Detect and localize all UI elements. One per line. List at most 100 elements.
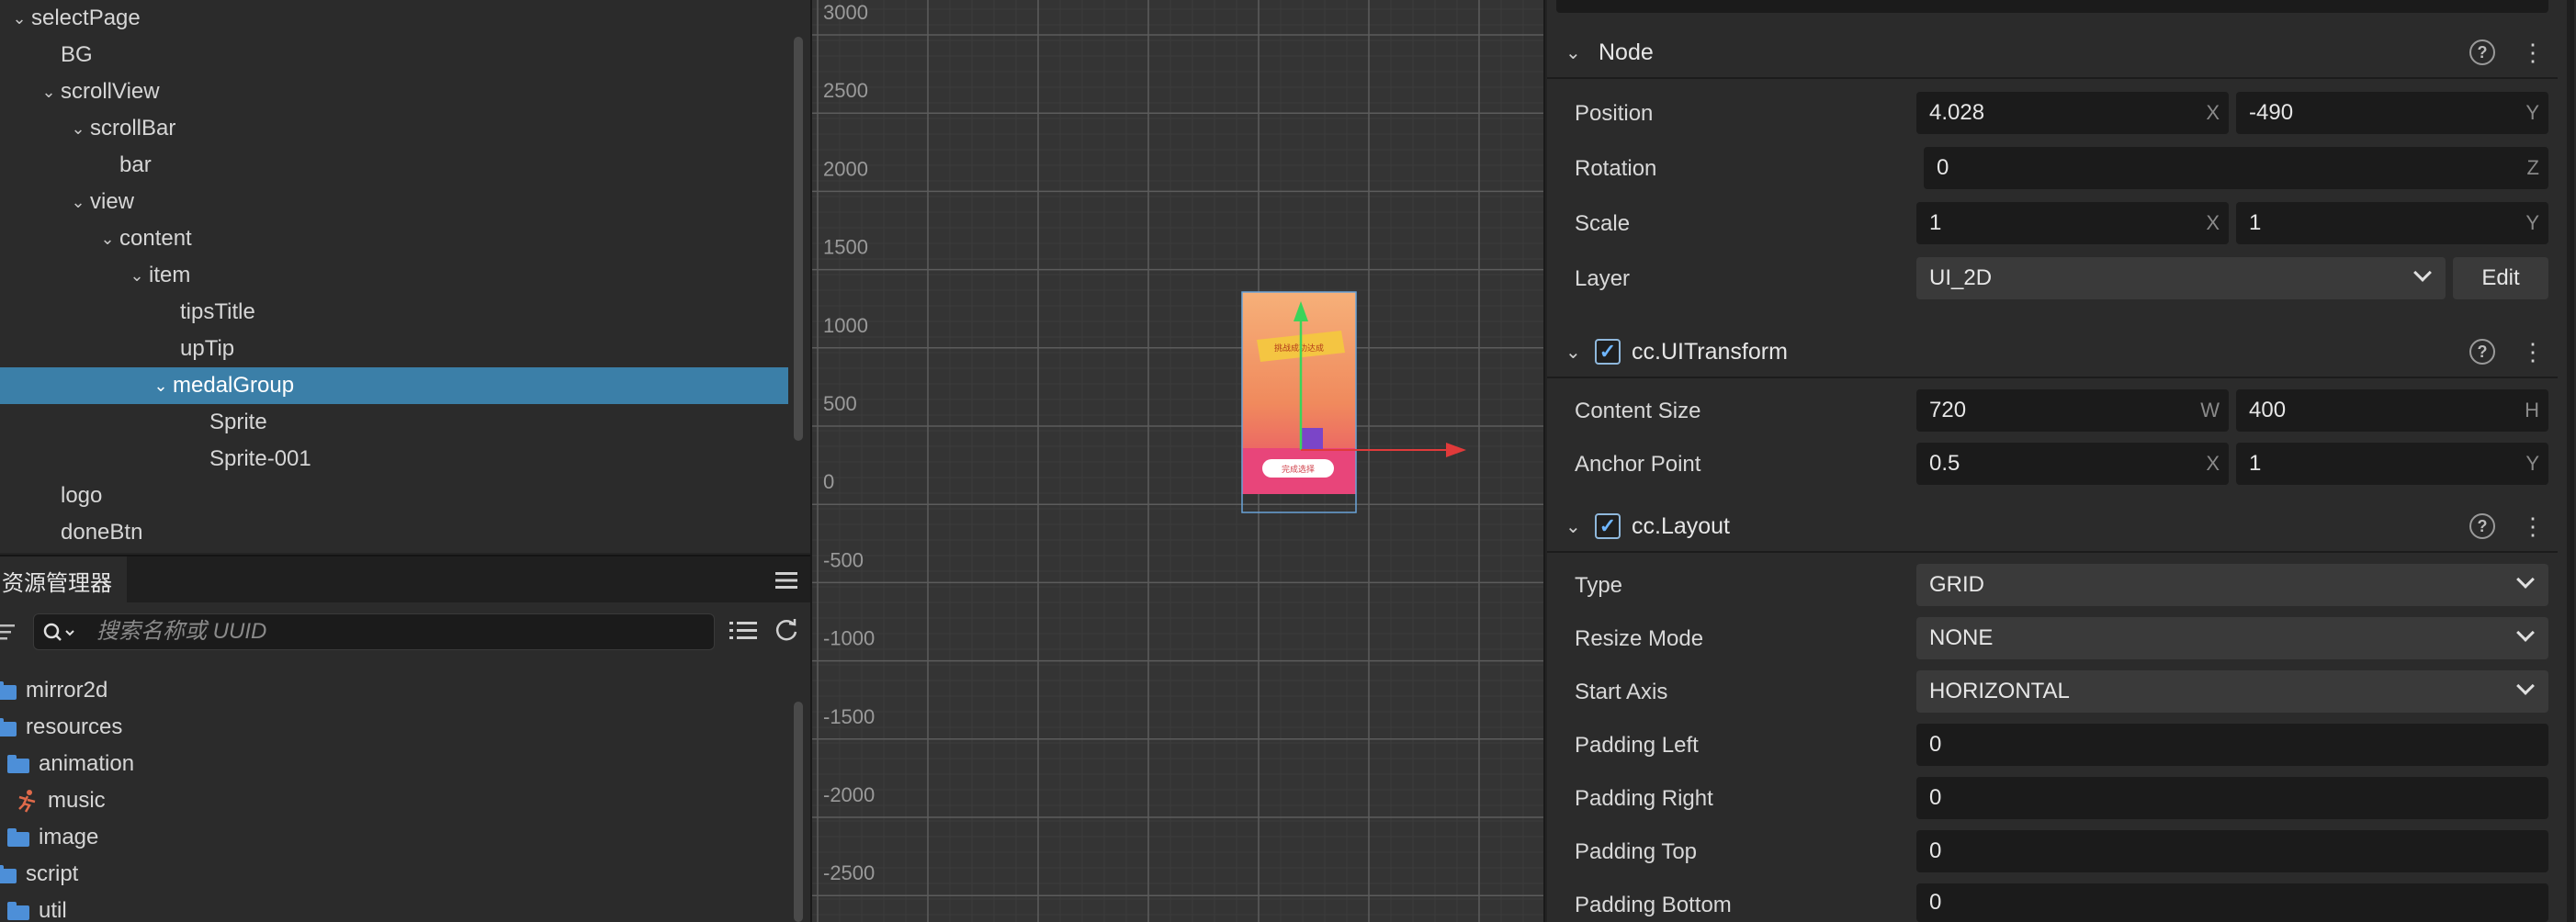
tree-node-view[interactable]: ⌄ view: [0, 184, 788, 220]
rotation-z-field[interactable]: 0 Z: [1924, 147, 2548, 189]
folder-icon: [0, 865, 17, 883]
tree-node-item[interactable]: ⌄ item: [0, 257, 788, 294]
anchor-point-label: Anchor Point: [1575, 452, 1701, 477]
padding-bottom-field[interactable]: 0: [1916, 883, 2548, 922]
more-icon[interactable]: ⋮: [2521, 39, 2545, 65]
chevron-down-icon[interactable]: ⌄: [66, 119, 90, 139]
chevron-down-icon[interactable]: ⌄: [96, 230, 119, 249]
tree-node-bar[interactable]: ⌄ bar: [0, 147, 788, 184]
gizmo-x-arrow[interactable]: [1446, 443, 1466, 457]
asset-folder-util[interactable]: util: [0, 893, 790, 922]
axis-label: Y: [2525, 101, 2539, 124]
hierarchy-scrollbar[interactable]: [794, 37, 803, 441]
refresh-icon[interactable]: [774, 617, 799, 643]
search-icon[interactable]: [43, 622, 80, 644]
asset-label: mirror2d: [26, 678, 108, 703]
tree-node-uptip[interactable]: ⌄ upTip: [0, 331, 788, 367]
scene-view[interactable]: 3000 2500 2000 1500 1000 500 0 -500 -1000 -1500 -2…: [810, 0, 1545, 922]
section-layout[interactable]: ⌄ ✓ cc.Layout ? ⋮: [1547, 501, 2558, 553]
chevron-down-icon[interactable]: ⌄: [7, 9, 31, 28]
tree-node-label: content: [119, 226, 192, 251]
resize-mode-dropdown[interactable]: NONE: [1916, 617, 2548, 659]
chevron-down-icon[interactable]: ⌄: [37, 83, 61, 102]
anchor-x-field[interactable]: 0.5 X: [1916, 443, 2229, 485]
tree-node-scrollview[interactable]: ⌄ scrollView: [0, 73, 788, 110]
position-y-field[interactable]: -490 Y: [2236, 92, 2548, 134]
field-value: 0: [1929, 890, 1942, 915]
scene-canvas[interactable]: 3000 2500 2000 1500 1000 500 0 -500 -1000 -1500 -2…: [812, 0, 1545, 922]
sort-icon[interactable]: [0, 621, 20, 643]
more-icon[interactable]: ⋮: [2521, 339, 2545, 365]
inspector-scrollbar[interactable]: [2567, 0, 2574, 922]
menu-icon[interactable]: [774, 568, 799, 593]
asset-folder-resources[interactable]: resources: [0, 709, 790, 746]
scale-y-field[interactable]: 1 Y: [2236, 202, 2548, 244]
asset-folder-animation[interactable]: animation: [0, 746, 790, 782]
chevron-down-icon[interactable]: ⌄: [66, 193, 90, 212]
section-node[interactable]: ⌄ Node ? ⋮: [1547, 28, 2558, 79]
help-icon[interactable]: ?: [2469, 39, 2495, 65]
search-input[interactable]: [96, 614, 703, 649]
ui-preview[interactable]: 挑战成功达成 完成选择: [1241, 291, 1466, 513]
tree-node-label: Sprite: [209, 410, 267, 434]
asset-folder-mirror2d[interactable]: mirror2d: [0, 672, 790, 709]
folder-icon: [0, 681, 17, 700]
chevron-down-icon[interactable]: ⌄: [125, 266, 149, 286]
chevron-down-icon[interactable]: ⌄: [1565, 341, 1581, 364]
layout-enabled-checkbox[interactable]: ✓: [1595, 513, 1621, 539]
asset-folder-script[interactable]: script: [0, 856, 790, 893]
y-axis-label: 2500: [823, 79, 868, 102]
field-value: 0.5: [1929, 451, 1960, 476]
section-title: Node: [1599, 39, 1654, 65]
tree-node-sprite[interactable]: ⌄ Sprite: [0, 404, 788, 441]
asset-item-music[interactable]: music: [0, 782, 790, 819]
tree-node-logo[interactable]: ⌄ logo: [0, 478, 788, 514]
padding-top-field[interactable]: 0: [1916, 830, 2548, 872]
y-axis-label: 3000: [823, 1, 868, 24]
chevron-down-icon[interactable]: ⌄: [149, 377, 173, 396]
layer-dropdown[interactable]: UI_2D: [1916, 257, 2446, 299]
list-view-icon[interactable]: [729, 619, 757, 643]
tree-node-tipstitle[interactable]: ⌄ tipsTitle: [0, 294, 788, 331]
asset-label: image: [39, 825, 99, 849]
help-icon[interactable]: ?: [2469, 513, 2495, 539]
content-height-field[interactable]: 400 H: [2236, 389, 2548, 432]
tree-node-bg[interactable]: ⌄ BG: [0, 37, 788, 73]
tree-node-scrollbar[interactable]: ⌄ scrollBar: [0, 110, 788, 147]
tab-assets[interactable]: 资源管理器: [0, 557, 127, 604]
tree-node-sprite-001[interactable]: ⌄ Sprite-001: [0, 441, 788, 478]
tree-node-content[interactable]: ⌄ content: [0, 220, 788, 257]
chevron-down-icon: [2413, 264, 2432, 282]
chevron-down-icon: [2516, 624, 2535, 642]
selected-node-gizmo[interactable]: [1301, 428, 1323, 450]
field-value: 0: [1929, 732, 1942, 757]
assets-scrollbar[interactable]: [794, 702, 803, 922]
padding-left-field[interactable]: 0: [1916, 724, 2548, 766]
tree-node-donebtn[interactable]: ⌄ doneBtn: [0, 514, 788, 551]
section-uitransform[interactable]: ⌄ ✓ cc.UITransform ? ⋮: [1547, 327, 2558, 378]
content-width-field[interactable]: 720 W: [1916, 389, 2229, 432]
name-field[interactable]: [1556, 0, 2548, 13]
tree-node-label: doneBtn: [61, 520, 143, 545]
tree-node-selectpage[interactable]: ⌄ selectPage: [0, 0, 788, 37]
tree-node-medalgroup[interactable]: ⌄ medalGroup: [0, 367, 788, 404]
more-icon[interactable]: ⋮: [2521, 513, 2545, 539]
tree-node-label: item: [149, 263, 191, 287]
scale-x-field[interactable]: 1 X: [1916, 202, 2229, 244]
position-x-field[interactable]: 4.028 X: [1916, 92, 2229, 134]
asset-folder-image[interactable]: image: [0, 819, 790, 856]
anchor-y-field[interactable]: 1 Y: [2236, 443, 2548, 485]
padding-right-field[interactable]: 0: [1916, 777, 2548, 819]
tree-node-label: bar: [119, 152, 152, 177]
edit-layer-button[interactable]: Edit: [2453, 257, 2548, 299]
chevron-down-icon[interactable]: ⌄: [1565, 41, 1581, 64]
button-label: Edit: [2481, 265, 2520, 290]
help-icon[interactable]: ?: [2469, 339, 2495, 365]
inspector-panel: ⌄ Node ? ⋮ Position 4.028 X -490 Y Rotat…: [1547, 0, 2576, 922]
layout-type-dropdown[interactable]: GRID: [1916, 564, 2548, 606]
field-value: 0: [1929, 838, 1942, 863]
uitransform-enabled-checkbox[interactable]: ✓: [1595, 339, 1621, 365]
chevron-down-icon[interactable]: ⌄: [1565, 515, 1581, 538]
axis-label: W: [2200, 399, 2220, 422]
start-axis-dropdown[interactable]: HORIZONTAL: [1916, 670, 2548, 713]
